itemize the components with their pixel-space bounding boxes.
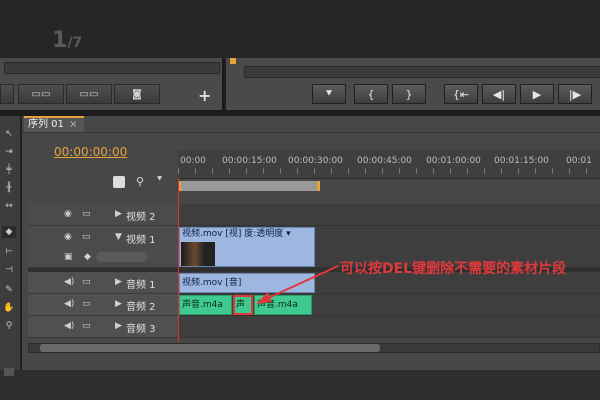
track-name-video1: 视频 1 — [126, 235, 156, 246]
mark-out-button[interactable]: } — [392, 84, 426, 104]
go-to-in-button[interactable]: {⇤ — [444, 84, 478, 104]
ruler-tick: 00:00:30:00 — [288, 156, 343, 166]
annotation-arrow — [256, 265, 339, 304]
playhead[interactable] — [178, 178, 179, 342]
monitor-frame-counter: 1/7 — [52, 28, 82, 53]
expand-icon[interactable]: ▶ — [115, 299, 122, 309]
hand-tool-icon[interactable]: ✋ — [2, 302, 16, 314]
eye-icon[interactable]: ◉ — [64, 232, 72, 242]
speaker-icon[interactable]: ◀) — [64, 277, 74, 287]
play-icon: ▶ — [532, 87, 542, 101]
left-edge-button[interactable] — [0, 84, 14, 104]
ruler-tick-marks — [178, 168, 600, 174]
track-name-video2: 视频 2 — [126, 212, 156, 223]
tab-bar-line — [22, 132, 600, 133]
annotation-text: 可以按DEL键删除不需要的素材片段 — [340, 261, 567, 277]
export-frame-button[interactable]: ◙ — [114, 84, 160, 104]
video-clip-label: 视频.mov [视] 度:透明度 ▾ — [182, 229, 291, 239]
zoom-tool-icon[interactable]: ⚲ — [2, 320, 16, 332]
overlay-icon: ▭▭ — [79, 88, 99, 100]
keyframe-icon[interactable]: ◆ — [84, 252, 91, 262]
add-button[interactable]: + — [198, 86, 211, 105]
lock-icon[interactable]: ▭ — [82, 321, 91, 331]
selection-tool-icon[interactable]: ↖ — [2, 128, 16, 140]
pen-tool-icon[interactable]: ✎ — [2, 284, 16, 296]
program-monitor-area — [0, 0, 600, 60]
marker-add-icon[interactable]: ⚲ — [136, 175, 144, 188]
mark-in-icon: { — [367, 87, 375, 101]
lane-audio3 — [178, 316, 600, 338]
collapse-icon[interactable]: ▼ — [115, 232, 122, 242]
rolling-edit-tool-icon[interactable]: ╫ — [2, 182, 16, 194]
set-marker-icon[interactable]: ⯆ — [156, 175, 163, 185]
lock-icon[interactable]: ▭ — [82, 232, 91, 242]
ruler-tick: 00:01 — [566, 156, 592, 166]
track-select-tool-icon[interactable]: ⇥ — [2, 146, 16, 158]
ruler-tick: 00:01:15:00 — [494, 156, 549, 166]
video-clip-thumbnail — [181, 242, 215, 266]
program-scrub-bar[interactable] — [244, 66, 600, 78]
eye-icon[interactable]: ◉ — [64, 209, 72, 219]
ruler-tick: 00:00 — [180, 156, 206, 166]
speaker-icon[interactable]: ◀) — [64, 299, 74, 309]
timecode-display[interactable]: 00:00:00:00 — [54, 145, 127, 159]
audio1-clip-label: 视频.mov [音] — [182, 278, 242, 288]
go-to-in-icon: {⇤ — [452, 87, 470, 101]
snap-icon[interactable] — [113, 176, 125, 188]
video-clip[interactable]: 视频.mov [视] 度:透明度 ▾ — [179, 227, 315, 267]
lane-video2 — [178, 204, 600, 226]
marker-button[interactable]: ⯆ — [312, 84, 346, 104]
work-area-bar[interactable] — [178, 181, 320, 191]
razor-tool-icon[interactable]: ◆ — [2, 226, 16, 238]
expand-icon[interactable]: ▶ — [115, 321, 122, 331]
lock-icon[interactable]: ▭ — [82, 277, 91, 287]
lift-button[interactable]: ▭▭ — [18, 84, 64, 104]
monitor-big-label: 1 — [52, 28, 68, 53]
tab-close-icon[interactable]: × — [69, 119, 77, 130]
expand-icon[interactable]: ▶ — [115, 209, 122, 219]
source-scrub-bar[interactable] — [4, 62, 220, 74]
monitor-big-label-small: /7 — [67, 35, 83, 51]
step-forward-icon: |▶ — [568, 87, 582, 101]
timeline-tab-label: 序列 01 — [28, 119, 64, 130]
ripple-edit-tool-icon[interactable]: ╪ — [2, 164, 16, 176]
step-back-icon: ◀| — [492, 87, 506, 101]
step-forward-button[interactable]: |▶ — [558, 84, 592, 104]
speaker-icon[interactable]: ◀) — [64, 321, 74, 331]
slip-tool-icon[interactable]: ⊢ — [2, 246, 16, 258]
marker-icon: ⯆ — [324, 87, 334, 100]
scrollbar-thumb[interactable] — [40, 344, 380, 352]
lock-icon[interactable]: ▭ — [82, 209, 91, 219]
mark-out-icon: } — [405, 87, 413, 101]
slide-tool-icon[interactable]: ⊣ — [2, 264, 16, 276]
mark-in-button[interactable]: { — [354, 84, 388, 104]
ruler-tick: 00:00:15:00 — [222, 156, 277, 166]
audio2-clip-a-label: 声音.m4a — [182, 300, 223, 310]
panel-resize-handle[interactable] — [4, 368, 14, 376]
rate-stretch-tool-icon[interactable]: ↔ — [2, 200, 16, 212]
status-bar — [0, 370, 600, 400]
track-name-audio1: 音频 1 — [126, 280, 156, 291]
play-button[interactable]: ▶ — [520, 84, 554, 104]
track-name-audio3: 音频 3 — [126, 324, 156, 335]
expand-icon[interactable]: ▶ — [115, 277, 122, 287]
audio2-clip-b-label: 声 — [236, 300, 246, 310]
ruler-tick: 00:01:00:00 — [426, 156, 481, 166]
timeline-tab[interactable]: 序列 01 × — [24, 116, 84, 132]
audio2-clip-a[interactable]: 声音.m4a — [179, 295, 232, 315]
export-frame-icon: ◙ — [132, 88, 142, 100]
ruler-tick: 00:00:45:00 — [357, 156, 412, 166]
display-style-icon[interactable]: ▣ — [64, 252, 73, 262]
keyframe-nav[interactable] — [96, 252, 148, 262]
in-point-marker — [230, 58, 236, 64]
lock-icon[interactable]: ▭ — [82, 299, 91, 309]
lift-icon: ▭▭ — [31, 88, 51, 100]
step-back-button[interactable]: ◀| — [482, 84, 516, 104]
overlay-button[interactable]: ▭▭ — [66, 84, 112, 104]
track-name-audio2: 音频 2 — [126, 302, 156, 313]
